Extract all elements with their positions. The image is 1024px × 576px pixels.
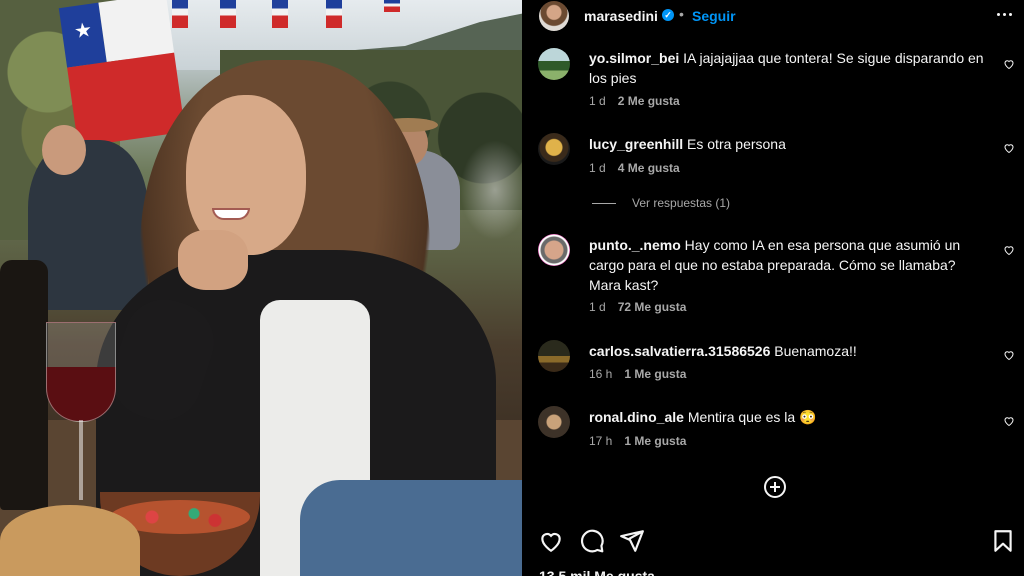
comment-username[interactable]: ronal.dino_ale <box>589 409 684 425</box>
commenter-avatar-story[interactable] <box>538 234 570 266</box>
comment-likes[interactable]: 2 Me gusta <box>618 94 680 108</box>
comment-meta: 1 d 72 Me gusta <box>589 300 686 314</box>
post-header: marasedini ✓ • Seguir <box>522 0 1024 32</box>
comment-time[interactable]: 1 d <box>589 300 606 314</box>
commenter-avatar[interactable] <box>538 406 570 438</box>
verified-badge-icon: ✓ <box>662 9 674 21</box>
comment-username[interactable]: carlos.salvatierra.31586526 <box>589 343 770 359</box>
heart-icon[interactable] <box>1003 349 1015 361</box>
commenter-avatar[interactable] <box>538 133 570 165</box>
plus-circle-icon[interactable] <box>763 475 787 499</box>
background-person-head <box>42 125 86 175</box>
comment-likes[interactable]: 1 Me gusta <box>624 367 686 381</box>
bookmark-icon[interactable] <box>990 528 1016 554</box>
author-avatar[interactable] <box>539 1 569 31</box>
jeans <box>300 480 522 576</box>
follow-button[interactable]: Seguir <box>692 8 736 24</box>
comments-panel: marasedini ✓ • Seguir yo.silmor_bei IA j… <box>522 0 1024 576</box>
smile <box>212 208 250 220</box>
smoke <box>460 140 522 240</box>
chile-flag: ★ <box>58 0 186 147</box>
comment-time[interactable]: 17 h <box>589 434 612 448</box>
view-replies-button[interactable]: Ver respuestas (1) <box>592 196 730 210</box>
pennant-flag <box>172 0 188 28</box>
comment-meta: 16 h 1 Me gusta <box>589 367 686 381</box>
comment-meta: 17 h 1 Me gusta <box>589 434 686 448</box>
comment-time[interactable]: 1 d <box>589 94 606 108</box>
comment-time[interactable]: 16 h <box>589 367 612 381</box>
wine-glass <box>46 322 116 422</box>
pennant-flag <box>384 0 400 12</box>
post-image[interactable]: ★ <box>0 0 522 576</box>
comment-text: ronal.dino_ale Mentira que es la 😳 <box>589 407 989 427</box>
comment-meta: 1 d 2 Me gusta <box>589 94 680 108</box>
empanadas <box>0 505 140 576</box>
comment-likes[interactable]: 72 Me gusta <box>618 300 687 314</box>
commenter-avatar[interactable] <box>538 48 570 80</box>
view-replies-label[interactable]: Ver respuestas (1) <box>632 196 730 210</box>
comment-text: carlos.salvatierra.31586526 Buenamoza!! <box>589 341 989 361</box>
comment-body: Es otra persona <box>687 136 786 152</box>
author-username[interactable]: marasedini <box>584 8 658 24</box>
heart-icon[interactable] <box>1003 142 1015 154</box>
pennant-flag <box>220 0 236 28</box>
separator-dot: • <box>679 6 684 22</box>
heart-icon[interactable] <box>1003 244 1015 256</box>
heart-icon[interactable] <box>1003 415 1015 427</box>
comment-username[interactable]: lucy_greenhill <box>589 136 683 152</box>
commenter-avatar[interactable] <box>538 340 570 372</box>
comment-time[interactable]: 1 d <box>589 161 606 175</box>
comment-text: punto._.nemo Hay como IA en esa persona … <box>589 235 989 295</box>
heart-icon[interactable] <box>538 528 564 554</box>
comment-meta: 1 d 4 Me gusta <box>589 161 680 175</box>
comment-body: Buenamoza!! <box>774 343 857 359</box>
comment-username[interactable]: punto._.nemo <box>589 237 681 253</box>
comment-text: yo.silmor_bei IA jajajajjaa que tontera!… <box>589 48 989 88</box>
pennant-flag <box>272 0 288 28</box>
comment-body: Mentira que es la 😳 <box>687 409 817 425</box>
hand <box>178 230 248 290</box>
replies-divider <box>592 202 616 204</box>
wine-bottle <box>0 260 48 510</box>
pennant-flag <box>326 0 342 28</box>
heart-icon[interactable] <box>1003 58 1015 70</box>
comment-text: lucy_greenhill Es otra persona <box>589 134 989 154</box>
more-options-icon[interactable] <box>992 4 1016 24</box>
wine-glass-stem <box>79 420 83 500</box>
post-actions <box>522 528 1024 556</box>
comment-icon[interactable] <box>579 528 605 554</box>
comment-likes[interactable]: 4 Me gusta <box>618 161 680 175</box>
comment-likes[interactable]: 1 Me gusta <box>624 434 686 448</box>
comment-username[interactable]: yo.silmor_bei <box>589 50 679 66</box>
post-likes-count[interactable]: 13,5 mil Me gusta <box>539 568 655 576</box>
share-icon[interactable] <box>619 528 645 554</box>
